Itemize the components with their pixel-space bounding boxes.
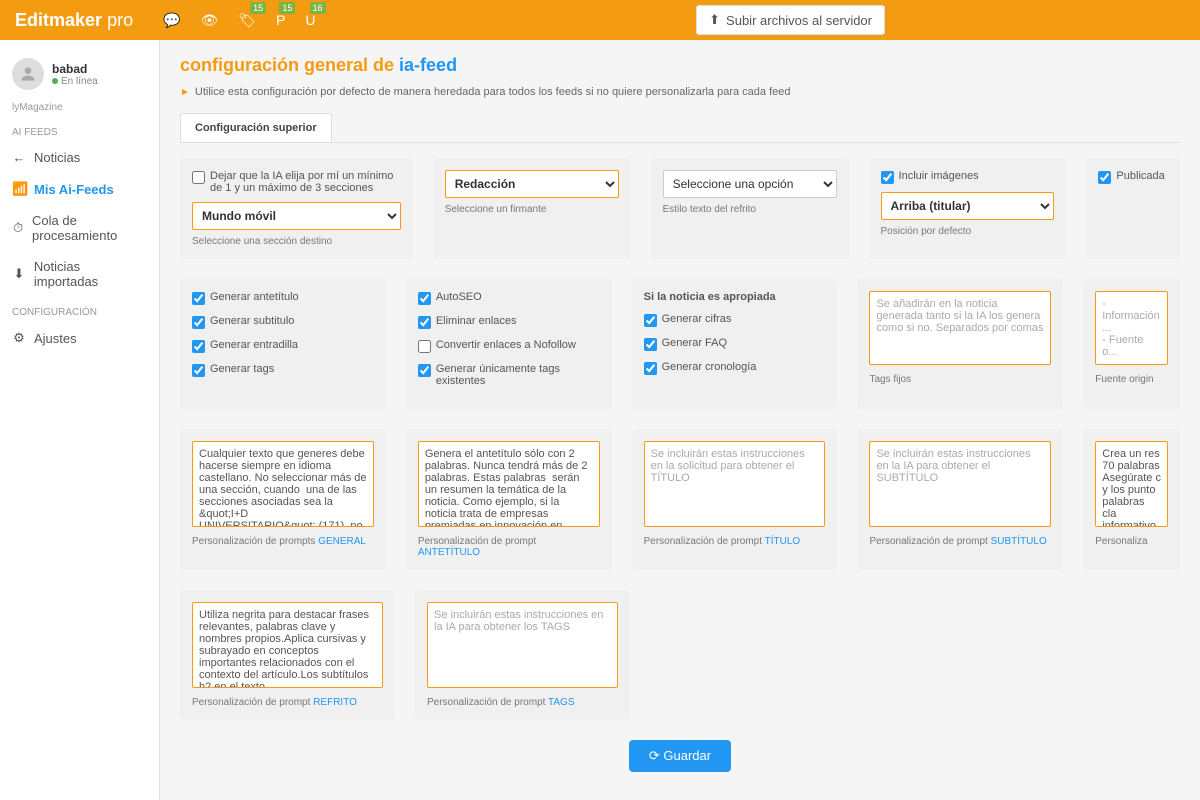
gen-cronologia-checkbox[interactable]: Generar cronología: [644, 361, 826, 375]
eliminar-enlaces-checkbox[interactable]: Eliminar enlaces: [418, 315, 600, 329]
prompt-tags-label: Personalización de prompt TAGS: [427, 697, 618, 708]
avatar: [12, 58, 44, 90]
arrow-left-icon: ←: [12, 150, 26, 165]
firmante-select[interactable]: Redacción: [445, 170, 619, 198]
posicion-label: Posición por defecto: [881, 226, 1055, 237]
tab-bar: Configuración superior: [180, 113, 1180, 143]
clock-icon: ⏱: [12, 220, 24, 236]
card-prompt-general: Personalización de prompts GENERAL: [180, 429, 386, 570]
settings-icon: ⚙: [12, 330, 26, 346]
fuente-textarea[interactable]: [1095, 291, 1168, 365]
posicion-select[interactable]: Arriba (titular): [881, 192, 1055, 220]
nofollow-checkbox[interactable]: Convertir enlaces a Nofollow: [418, 339, 600, 353]
gen-cifras-checkbox[interactable]: Generar cifras: [644, 313, 826, 327]
prompt-tags-textarea[interactable]: [427, 602, 618, 688]
card-fuente: Fuente origin: [1083, 279, 1180, 409]
nav-cola[interactable]: ⏱Cola de procesamiento: [0, 205, 159, 251]
main-content: configuración general de ia-feed Utilice…: [160, 40, 1200, 800]
gen-subtitulo-checkbox[interactable]: Generar subtitulo: [192, 315, 374, 329]
save-button[interactable]: ⟳ Guardar: [629, 740, 731, 772]
card-publicada: Publicada: [1086, 158, 1180, 259]
gen-faq-checkbox[interactable]: Generar FAQ: [644, 337, 826, 351]
badge-icon-3[interactable]: U16: [305, 12, 315, 28]
card-imagenes: Incluir imágenes Arriba (titular) Posici…: [869, 158, 1067, 259]
prompt-titulo-textarea[interactable]: [644, 441, 826, 527]
prompt-refrito-label: Personalización de prompt REFRITO: [192, 697, 383, 708]
prompt-refrito-textarea[interactable]: [192, 602, 383, 688]
card-estilo: Seleccione una opción Estilo texto del r…: [651, 158, 849, 259]
incluir-imagenes-checkbox[interactable]: Incluir imágenes: [881, 170, 1055, 184]
prompt-resumen-label: Personaliza: [1095, 536, 1168, 547]
gen-tags-checkbox[interactable]: Generar tags: [192, 363, 374, 377]
card-prompt-antetitulo: Personalización de prompt ANTETÍTULO: [406, 429, 612, 570]
upload-icon: ⬆: [709, 12, 720, 28]
prompt-subtitulo-textarea[interactable]: [869, 441, 1051, 527]
eye-icon[interactable]: 👁: [201, 12, 219, 29]
apropiada-heading: Si la noticia es apropiada: [644, 291, 826, 303]
site-name: lyMagazine: [0, 98, 159, 117]
estilo-label: Estilo texto del refrito: [663, 204, 837, 215]
firmante-label: Seleccione un firmante: [445, 204, 619, 215]
estilo-select[interactable]: Seleccione una opción: [663, 170, 837, 198]
chat-icon[interactable]: 💬: [163, 12, 180, 29]
card-prompt-subtitulo: Personalización de prompt SUBTÍTULO: [857, 429, 1063, 570]
nav-noticias[interactable]: ←Noticias: [0, 142, 159, 173]
autoseo-checkbox[interactable]: AutoSEO: [418, 291, 600, 305]
card-apropiada: Si la noticia es apropiada Generar cifra…: [632, 279, 838, 409]
ia-choose-checkbox[interactable]: Dejar que la IA elija por mí un mínimo d…: [192, 170, 401, 194]
tags-fijos-textarea[interactable]: [869, 291, 1051, 365]
section-config-label: CONFIGURACIÓN: [0, 297, 159, 322]
download-icon: ⬇: [12, 266, 26, 282]
logo: Editmaker pro: [15, 10, 133, 31]
topbar: Editmaker pro 💬 👁 🏷15 P15 U16 ⬆ Subir ar…: [0, 0, 1200, 40]
topbar-icons: 💬 👁 🏷15 P15 U16: [163, 12, 315, 29]
sidebar: babad En línea lyMagazine AI FEEDS ←Noti…: [0, 40, 160, 800]
card-section: Dejar que la IA elija por mí un mínimo d…: [180, 158, 413, 259]
nav-importadas[interactable]: ⬇Noticias importadas: [0, 251, 159, 297]
help-text: Utilice esta configuración por defecto d…: [180, 86, 1180, 98]
page-title: configuración general de ia-feed: [180, 55, 1180, 76]
tab-config-superior[interactable]: Configuración superior: [180, 113, 332, 142]
card-prompt-tags: Personalización de prompt TAGS: [415, 590, 630, 720]
nav-mis-feeds[interactable]: 📶Mis Ai-Feeds: [0, 173, 159, 205]
card-prompt-refrito: Personalización de prompt REFRITO: [180, 590, 395, 720]
card-prompt-resumen: Personaliza: [1083, 429, 1180, 570]
prompt-general-textarea[interactable]: [192, 441, 374, 527]
prompt-antetitulo-label: Personalización de prompt ANTETÍTULO: [418, 536, 600, 558]
card-firmante: Redacción Seleccione un firmante: [433, 158, 631, 259]
user-name: babad: [52, 62, 98, 76]
section-label: Seleccione una sección destino: [192, 236, 401, 247]
rss-icon: 📶: [12, 181, 26, 197]
gen-entradilla-checkbox[interactable]: Generar entradilla: [192, 339, 374, 353]
badge-icon-2[interactable]: P15: [276, 12, 285, 28]
nav-ajustes[interactable]: ⚙Ajustes: [0, 322, 159, 354]
user-block: babad En línea: [0, 50, 159, 98]
prompt-resumen-textarea[interactable]: [1095, 441, 1168, 527]
fuente-label: Fuente origin: [1095, 374, 1168, 385]
tags-fijos-label: Tags fijos: [869, 374, 1051, 385]
tags-existentes-checkbox[interactable]: Generar únicamente tags existentes: [418, 363, 600, 387]
prompt-subtitulo-label: Personalización de prompt SUBTÍTULO: [869, 536, 1051, 547]
section-select[interactable]: Mundo móvil: [192, 202, 401, 230]
card-tags-fijos: Tags fijos: [857, 279, 1063, 409]
save-bar: ⟳ Guardar: [180, 740, 1180, 772]
section-feeds-label: AI FEEDS: [0, 117, 159, 142]
badge-icon-1[interactable]: 🏷15: [238, 12, 256, 29]
prompt-general-label: Personalización de prompts GENERAL: [192, 536, 374, 547]
publicada-checkbox[interactable]: Publicada: [1098, 170, 1168, 184]
card-prompt-titulo: Personalización de prompt TÍTULO: [632, 429, 838, 570]
card-seo: AutoSEO Eliminar enlaces Convertir enlac…: [406, 279, 612, 409]
prompt-titulo-label: Personalización de prompt TÍTULO: [644, 536, 826, 547]
gen-antetitulo-checkbox[interactable]: Generar antetítulo: [192, 291, 374, 305]
prompt-antetitulo-textarea[interactable]: [418, 441, 600, 527]
upload-button[interactable]: ⬆ Subir archivos al servidor: [696, 5, 885, 35]
card-generar: Generar antetítulo Generar subtitulo Gen…: [180, 279, 386, 409]
user-status: En línea: [52, 76, 98, 87]
